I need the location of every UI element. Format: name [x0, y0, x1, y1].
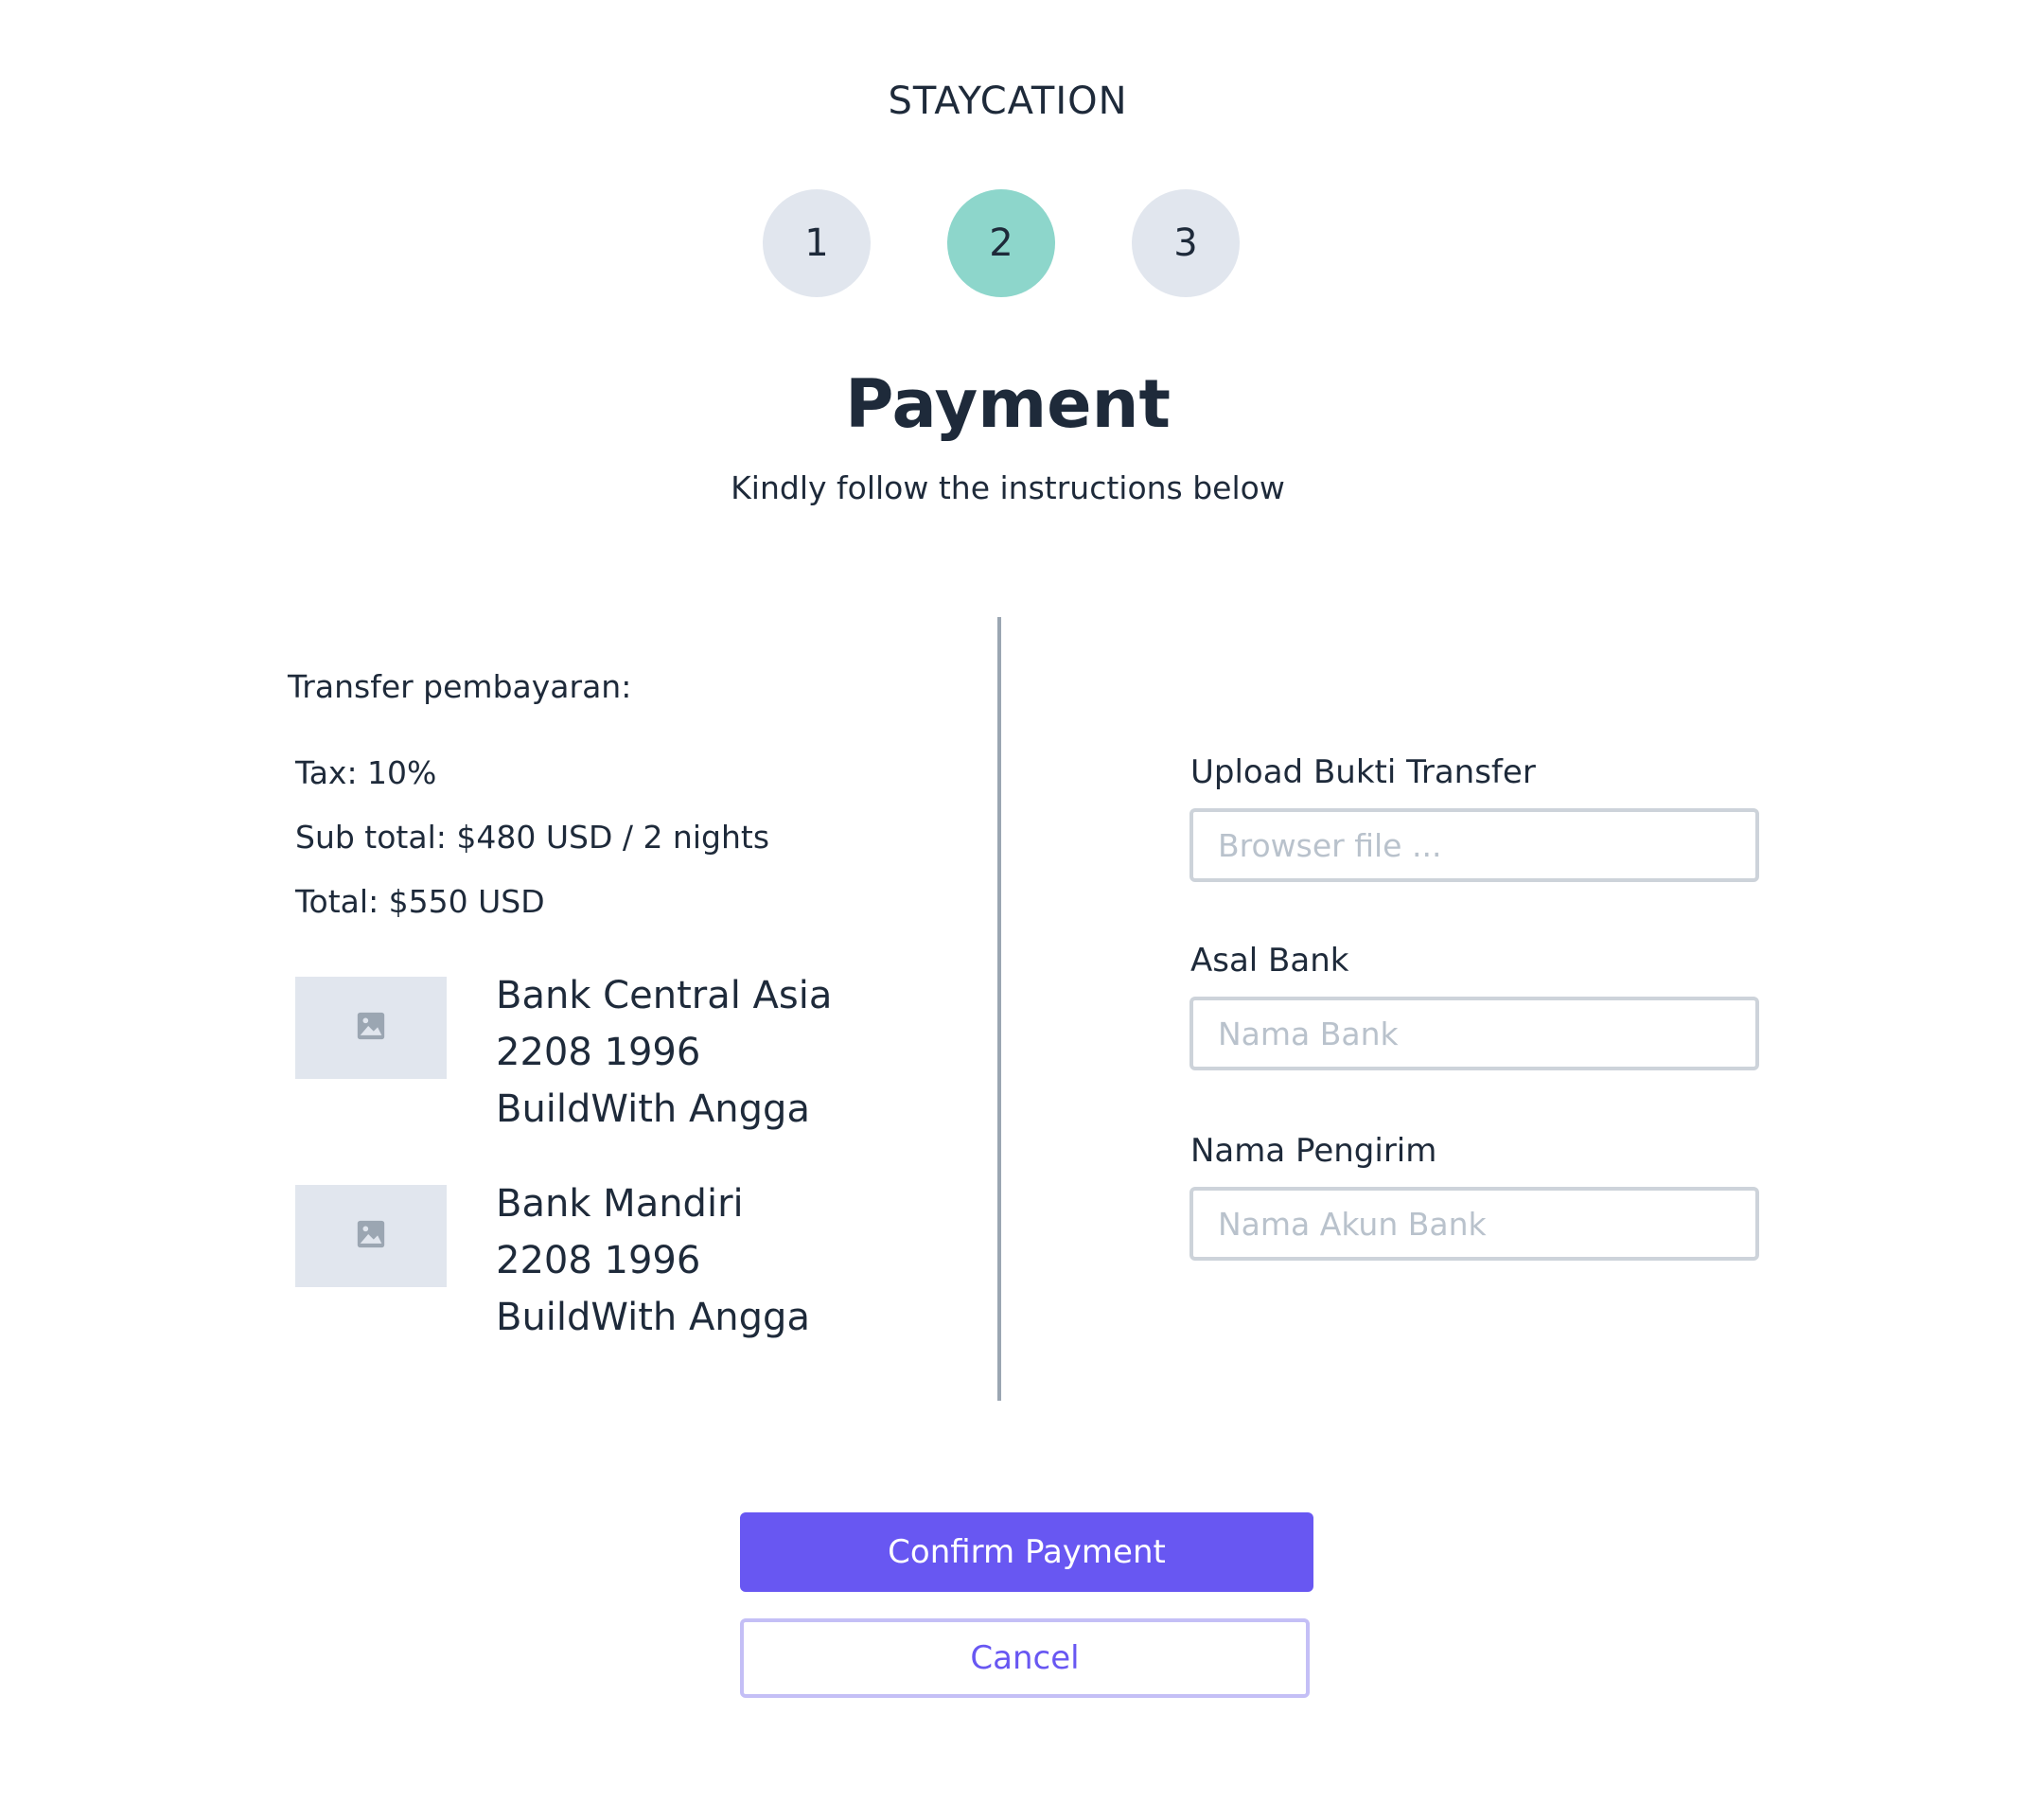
brand-logo-text: STAYCATION: [888, 80, 1128, 123]
tax-line: Tax: 10%: [295, 754, 437, 791]
image-placeholder-icon: [355, 1010, 387, 1046]
page-title: Payment: [845, 365, 1171, 443]
cancel-button[interactable]: Cancel: [740, 1618, 1310, 1698]
step-2-active: 2: [947, 189, 1055, 297]
page-subtitle: Kindly follow the instructions below: [731, 469, 1285, 506]
sender-name-input[interactable]: [1189, 1187, 1759, 1261]
confirm-payment-button[interactable]: Confirm Payment: [740, 1512, 1313, 1592]
vertical-divider: [997, 617, 1001, 1401]
transfer-heading: Transfer pembayaran:: [288, 668, 632, 705]
bank-details: Bank Mandiri 2208 1996 BuildWith Angga: [496, 1175, 874, 1346]
bank-account-holder: BuildWith Angga: [496, 1087, 810, 1131]
bank-name: Bank Mandiri: [496, 1182, 744, 1226]
bank-name: Bank Central Asia: [496, 974, 833, 1017]
step-3: 3: [1132, 189, 1240, 297]
bank-logo: [295, 1185, 447, 1287]
bank-origin-input[interactable]: [1189, 997, 1759, 1070]
sender-name-label: Nama Pengirim: [1190, 1132, 1437, 1170]
step-1: 1: [763, 189, 871, 297]
upload-proof-label: Upload Bukti Transfer: [1190, 753, 1536, 791]
subtotal-line: Sub total: $480 USD / 2 nights: [295, 819, 770, 856]
bank-account-number: 2208 1996: [496, 1239, 701, 1282]
bank-logo: [295, 977, 447, 1079]
bank-details: Bank Central Asia 2208 1996 BuildWith An…: [496, 967, 874, 1138]
image-placeholder-icon: [355, 1218, 387, 1254]
bank-origin-label: Asal Bank: [1190, 942, 1349, 980]
bank-account-holder: BuildWith Angga: [496, 1296, 810, 1339]
total-line: Total: $550 USD: [295, 883, 545, 920]
upload-proof-input[interactable]: [1189, 808, 1759, 882]
stepper: 1 2 3: [0, 189, 2016, 297]
bank-account-number: 2208 1996: [496, 1031, 701, 1074]
